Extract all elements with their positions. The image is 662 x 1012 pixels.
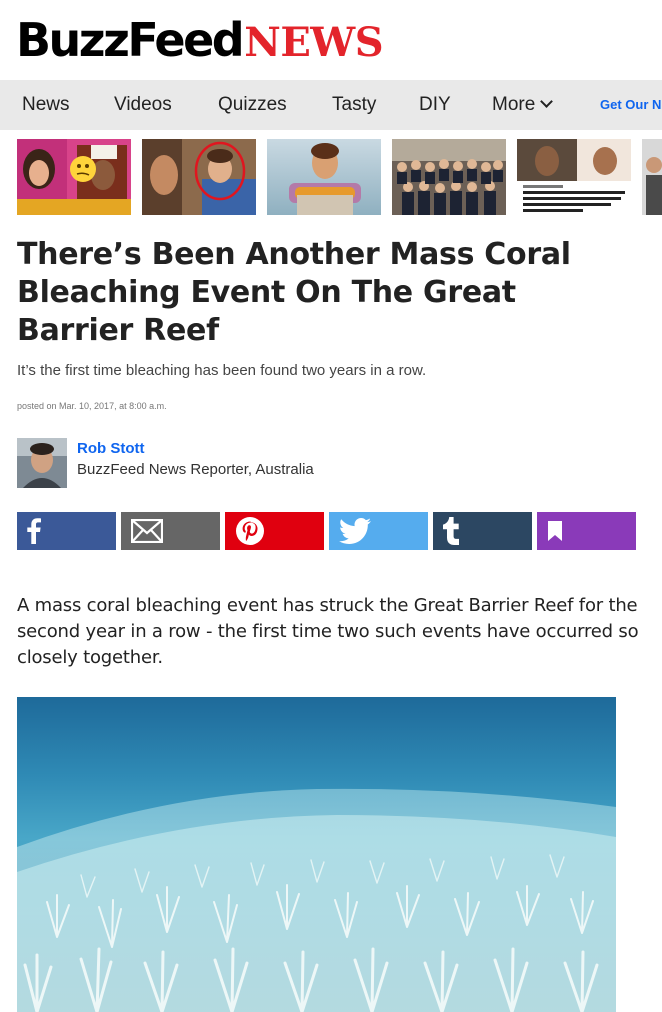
share-pinterest-button[interactable]	[225, 512, 324, 550]
author-name-link[interactable]: Rob Stott	[77, 440, 144, 457]
nav-item-tasty[interactable]: Tasty	[332, 80, 376, 130]
share-facebook-button[interactable]	[17, 512, 116, 550]
trending-thumb[interactable]	[392, 139, 506, 215]
trending-thumb[interactable]	[642, 139, 662, 215]
tumblr-icon	[443, 517, 459, 545]
article-lede: A mass coral bleaching event has struck …	[17, 595, 639, 668]
trending-thumb[interactable]	[142, 139, 256, 215]
bookmark-icon	[547, 520, 563, 542]
share-email-button[interactable]	[121, 512, 220, 550]
nav-item-more[interactable]: More	[492, 80, 554, 130]
twitter-icon	[339, 518, 371, 544]
article-dek: It’s the first time bleaching has been f…	[17, 362, 427, 379]
buzzfeed-news-logo[interactable]: BuzzFeed NEWS	[16, 12, 384, 68]
chevron-down-icon	[540, 95, 554, 108]
author-avatar[interactable]	[17, 438, 67, 488]
facebook-icon	[27, 518, 41, 544]
nav-item-quizzes[interactable]: Quizzes	[218, 80, 287, 130]
author-role: BuzzFeed News Reporter, Australia	[77, 461, 314, 478]
trending-strip	[0, 139, 662, 215]
trending-thumb[interactable]	[267, 139, 381, 215]
mail-icon	[131, 519, 163, 543]
article-headline: There’s Been Another Mass Coral Bleachin…	[17, 237, 571, 348]
hero-image-bleached-coral	[17, 697, 616, 1012]
newsletter-cta-link[interactable]: Get Our N	[600, 80, 661, 130]
share-tumblr-button[interactable]	[433, 512, 532, 550]
trending-thumb[interactable]	[17, 139, 131, 215]
share-bookmark-button[interactable]	[537, 512, 636, 550]
logo-news: NEWS	[244, 19, 384, 66]
nav-item-news[interactable]: News	[22, 80, 70, 130]
main-nav: News Videos Quizzes Tasty DIY More Get O…	[0, 80, 662, 130]
trending-thumb[interactable]	[517, 139, 631, 215]
pinterest-icon	[235, 516, 265, 546]
share-twitter-button[interactable]	[329, 512, 428, 550]
logo-buzzfeed: BuzzFeed	[16, 13, 245, 67]
nav-item-diy[interactable]: DIY	[419, 80, 451, 130]
nav-item-videos[interactable]: Videos	[114, 80, 172, 130]
nav-more-label: More	[492, 94, 536, 115]
posted-timestamp: posted on Mar. 10, 2017, at 8:00 a.m.	[17, 401, 167, 411]
